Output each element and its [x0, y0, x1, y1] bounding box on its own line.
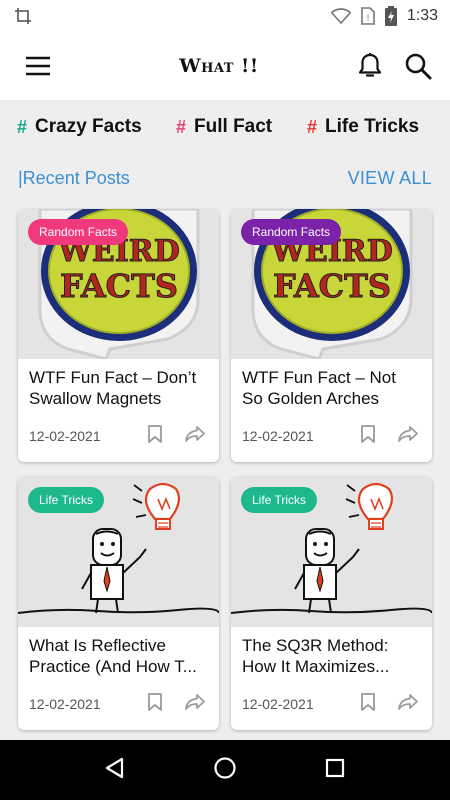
status-time: 1:33 — [406, 7, 438, 24]
post-date: 12-02-2021 — [242, 428, 314, 444]
post-date: 12-02-2021 — [29, 428, 101, 444]
home-circle-icon[interactable] — [213, 756, 237, 785]
post-card[interactable]: WEIRD FACTS Random Facts WTF Fun Fact – … — [18, 209, 219, 462]
category-badge[interactable]: Life Tricks — [241, 487, 318, 513]
lightbulb-idea-image: Life Tricks — [231, 477, 432, 627]
recent-posts-header: |Recent Posts VIEW ALL — [18, 162, 432, 194]
app-bar: What !! — [0, 32, 450, 100]
no-sim-icon: ! — [361, 7, 375, 25]
svg-text:FACTS: FACTS — [273, 267, 391, 305]
wifi-icon — [330, 8, 351, 24]
post-card[interactable]: Life Tricks What Is Reflective Practice … — [18, 477, 219, 730]
tag-label: Life Tricks — [325, 116, 420, 137]
category-badge[interactable]: Life Tricks — [28, 487, 105, 513]
section-title: |Recent Posts — [18, 167, 130, 188]
tag-crazy-facts[interactable]: # Crazy Facts — [17, 116, 176, 138]
post-date: 12-02-2021 — [242, 696, 314, 712]
hamburger-menu-icon[interactable] — [22, 50, 54, 82]
screenshot-crop-icon — [14, 7, 32, 25]
bookmark-icon[interactable] — [147, 424, 163, 449]
hashtag-icon: # — [176, 116, 187, 137]
weird-facts-image: WEIRD FACTS Random Facts — [231, 209, 432, 359]
post-card[interactable]: WEIRD FACTS Random Facts WTF Fun Fact – … — [231, 209, 432, 462]
svg-text:!: ! — [366, 14, 370, 24]
status-bar: ! 1:33 — [0, 0, 450, 32]
post-title[interactable]: The SQ3R Method: How It Maximizes... — [231, 627, 432, 683]
lightbulb-idea-image: Life Tricks — [18, 477, 219, 627]
bell-icon[interactable] — [354, 50, 386, 82]
hashtag-icon: # — [17, 116, 28, 137]
post-title[interactable]: WTF Fun Fact – Don’t Swallow Magnets — [18, 359, 219, 415]
system-navigation-bar — [0, 740, 450, 800]
bookmark-icon[interactable] — [360, 692, 376, 717]
search-icon[interactable] — [402, 50, 434, 82]
category-tags: # Crazy Facts # Full Fact # Life Tricks — [0, 100, 450, 154]
category-badge[interactable]: Random Facts — [241, 219, 342, 245]
bookmark-icon[interactable] — [147, 692, 163, 717]
share-icon[interactable] — [398, 425, 418, 447]
tag-full-fact[interactable]: # Full Fact — [176, 116, 307, 138]
tag-label: Crazy Facts — [35, 116, 142, 137]
share-icon[interactable] — [398, 693, 418, 715]
share-icon[interactable] — [185, 425, 205, 447]
share-icon[interactable] — [185, 693, 205, 715]
tag-label: Full Fact — [194, 116, 273, 137]
weird-facts-image: WEIRD FACTS Random Facts — [18, 209, 219, 359]
category-badge[interactable]: Random Facts — [28, 219, 129, 245]
post-title[interactable]: WTF Fun Fact – Not So Golden Arches — [231, 359, 432, 415]
post-date: 12-02-2021 — [29, 696, 101, 712]
tag-life-tricks[interactable]: # Life Tricks — [307, 116, 419, 138]
back-triangle-icon[interactable] — [104, 757, 126, 784]
bookmark-icon[interactable] — [360, 424, 376, 449]
post-card[interactable]: Life Tricks The SQ3R Method: How It Maxi… — [231, 477, 432, 730]
post-title[interactable]: What Is Reflective Practice (And How T..… — [18, 627, 219, 683]
recents-square-icon[interactable] — [324, 757, 346, 784]
hashtag-icon: # — [307, 116, 318, 137]
battery-charging-icon — [384, 6, 397, 26]
svg-text:FACTS: FACTS — [60, 267, 178, 305]
view-all-link[interactable]: VIEW ALL — [348, 168, 432, 189]
app-title: What !! — [179, 55, 259, 77]
